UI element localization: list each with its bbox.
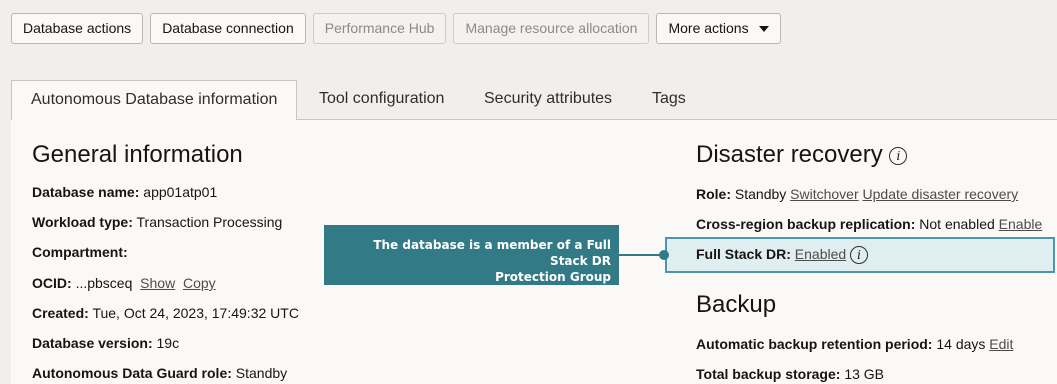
info-icon[interactable]: i bbox=[850, 246, 869, 265]
dr-role-label: Role: bbox=[696, 186, 731, 202]
compartment-label: Compartment: bbox=[32, 244, 128, 260]
database-version-value: 19c bbox=[156, 335, 180, 351]
switchover-link[interactable]: Switchover bbox=[790, 186, 858, 202]
database-version-label: Database version: bbox=[32, 335, 153, 351]
action-toolbar: Database actions Database connection Per… bbox=[11, 13, 781, 44]
data-guard-role-row: Autonomous Data Guard role: Standby bbox=[32, 365, 287, 381]
caret-down-icon bbox=[758, 25, 769, 32]
full-stack-dr-label: Full Stack DR: bbox=[696, 246, 791, 262]
more-actions-button[interactable]: More actions bbox=[656, 13, 781, 44]
data-guard-role-label: Autonomous Data Guard role: bbox=[32, 365, 232, 381]
workload-type-value: Transaction Processing bbox=[136, 214, 283, 230]
ocid-row: OCID: ...pbsceq Show Copy bbox=[32, 275, 216, 291]
ocid-value: ...pbsceq bbox=[75, 275, 133, 291]
update-disaster-recovery-link[interactable]: Update disaster recovery bbox=[863, 186, 1019, 202]
cross-region-backup-row: Cross-region backup replication: Not ena… bbox=[696, 216, 1042, 232]
workload-type-row: Workload type: Transaction Processing bbox=[32, 214, 282, 230]
info-icon[interactable]: i bbox=[889, 146, 908, 165]
total-backup-storage-label: Total backup storage: bbox=[696, 366, 841, 382]
database-connection-button[interactable]: Database connection bbox=[150, 13, 306, 44]
database-name-label: Database name: bbox=[32, 184, 140, 200]
full-stack-dr-row: Full Stack DR: Enabled i bbox=[696, 246, 869, 265]
created-value: Tue, Oct 24, 2023, 17:49:32 UTC bbox=[92, 305, 299, 321]
backup-heading: Backup bbox=[696, 291, 777, 318]
created-label: Created: bbox=[32, 305, 89, 321]
compartment-row: Compartment: bbox=[32, 244, 128, 260]
tab-autonomous-database-information[interactable]: Autonomous Database information bbox=[11, 80, 298, 121]
backup-retention-value: 14 days bbox=[936, 336, 986, 352]
dr-role-row: Role: Standby Switchover Update disaster… bbox=[696, 186, 1018, 202]
database-version-row: Database version: 19c bbox=[32, 335, 179, 351]
tab-bar: Autonomous Database information Tool con… bbox=[11, 80, 1057, 121]
disaster-recovery-title: Disaster recovery bbox=[696, 141, 883, 168]
more-actions-label: More actions bbox=[668, 20, 749, 36]
disaster-recovery-heading: Disaster recovery i bbox=[696, 141, 908, 169]
database-name-value: app01atp01 bbox=[143, 184, 218, 200]
backup-retention-row: Automatic backup retention period: 14 da… bbox=[696, 336, 1013, 352]
full-stack-dr-callout: The database is a member of a Full Stack… bbox=[324, 225, 619, 285]
created-row: Created: Tue, Oct 24, 2023, 17:49:32 UTC bbox=[32, 305, 299, 321]
cross-region-backup-value: Not enabled bbox=[919, 216, 995, 232]
dr-role-value: Standby bbox=[734, 186, 787, 202]
total-backup-storage-row: Total backup storage: 13 GB bbox=[696, 366, 884, 382]
tab-security-attributes[interactable]: Security attributes bbox=[484, 80, 612, 120]
callout-line-1: The database is a member of a Full Stack… bbox=[373, 238, 611, 268]
enable-backup-replication-link[interactable]: Enable bbox=[999, 216, 1043, 232]
performance-hub-button[interactable]: Performance Hub bbox=[312, 13, 447, 44]
edit-retention-link[interactable]: Edit bbox=[989, 336, 1013, 352]
ocid-copy-link[interactable]: Copy bbox=[183, 275, 216, 291]
callout-connector-dot bbox=[659, 250, 669, 260]
database-name-row: Database name: app01atp01 bbox=[32, 184, 217, 200]
callout-line-2: Protection Group bbox=[495, 270, 611, 284]
backup-retention-label: Automatic backup retention period: bbox=[696, 336, 933, 352]
tab-tool-configuration[interactable]: Tool configuration bbox=[319, 80, 444, 120]
data-guard-role-value: Standby bbox=[235, 365, 288, 381]
cross-region-backup-label: Cross-region backup replication: bbox=[696, 216, 916, 232]
database-actions-button[interactable]: Database actions bbox=[11, 13, 144, 44]
total-backup-storage-value: 13 GB bbox=[844, 366, 885, 382]
full-stack-dr-enabled-link[interactable]: Enabled bbox=[795, 246, 846, 262]
ocid-label: OCID: bbox=[32, 275, 72, 291]
general-information-heading: General information bbox=[32, 141, 243, 168]
ocid-show-link[interactable]: Show bbox=[140, 275, 175, 291]
manage-resource-allocation-button[interactable]: Manage resource allocation bbox=[453, 13, 650, 44]
tab-tags[interactable]: Tags bbox=[652, 80, 686, 120]
workload-type-label: Workload type: bbox=[32, 214, 133, 230]
